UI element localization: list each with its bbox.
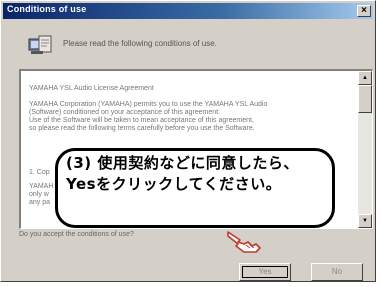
scroll-thumb[interactable] — [358, 85, 372, 113]
license-line: only w — [29, 191, 49, 198]
scroll-up-button[interactable]: ▲ — [358, 71, 372, 85]
title-bar[interactable]: Conditions of use × — [3, 3, 373, 19]
license-line: YAMAHA Corporation (YAMAHA) permits you … — [29, 101, 268, 108]
yes-button[interactable]: Yes — [239, 263, 291, 281]
vertical-scrollbar[interactable]: ▲ ▼ — [358, 71, 372, 228]
close-button[interactable]: × — [357, 5, 371, 17]
license-line: 1. Cop — [29, 169, 50, 176]
pointing-hand-icon — [227, 231, 261, 253]
no-button[interactable]: No — [311, 263, 363, 281]
instruction-callout: (3) 使用契約などに同意したら、Yesをクリックしてください。 — [55, 148, 335, 228]
license-line: YAMAHA YSL Audio License Agreement — [29, 85, 154, 92]
conditions-dialog: Conditions of use × Please read the foll… — [0, 0, 376, 282]
header-instruction: Please read the following conditions of … — [63, 39, 217, 48]
license-line: Use of the Software will be taken to mea… — [29, 117, 254, 124]
setup-computer-icon — [28, 35, 52, 54]
license-line: so please read the following terms caref… — [29, 125, 255, 132]
license-line: YAMAH — [29, 183, 54, 190]
callout-text: (3) 使用契約などに同意したら、Yesをクリックしてください。 — [66, 154, 299, 193]
scroll-down-button[interactable]: ▼ — [358, 214, 372, 228]
accept-question: Do you accept the conditions of use? — [19, 231, 134, 238]
window-title: Conditions of use — [7, 4, 87, 14]
license-line: (Software) conditioned on your acceptanc… — [29, 109, 221, 116]
license-line: any pa — [29, 199, 51, 206]
